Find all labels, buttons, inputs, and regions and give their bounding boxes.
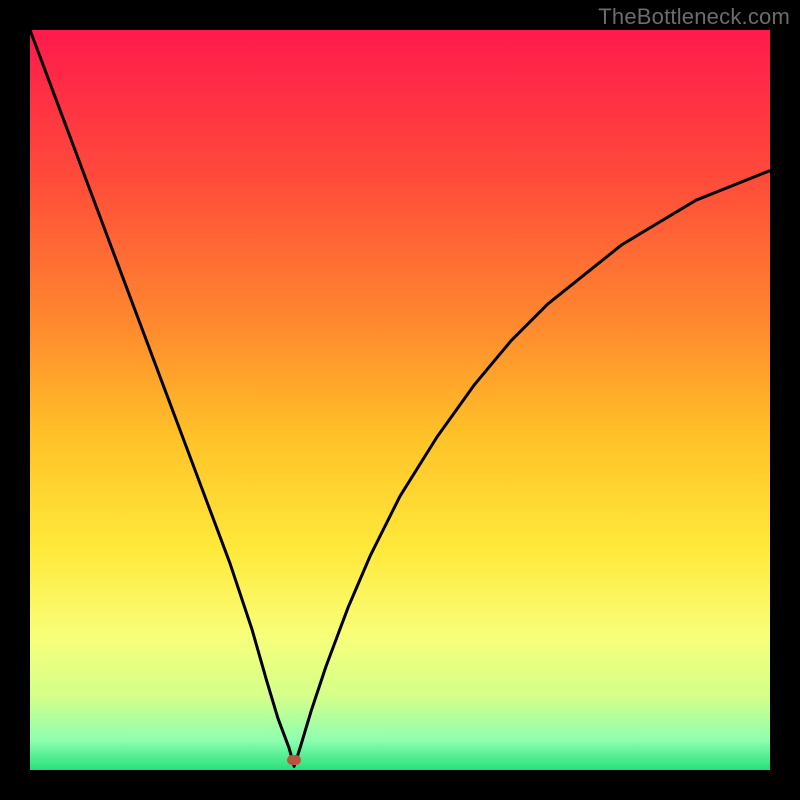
optimal-point-marker — [287, 755, 301, 765]
chart-frame: TheBottleneck.com — [0, 0, 800, 800]
bottleneck-curve — [30, 30, 770, 770]
plot-area — [30, 30, 770, 770]
watermark-text: TheBottleneck.com — [598, 4, 790, 30]
